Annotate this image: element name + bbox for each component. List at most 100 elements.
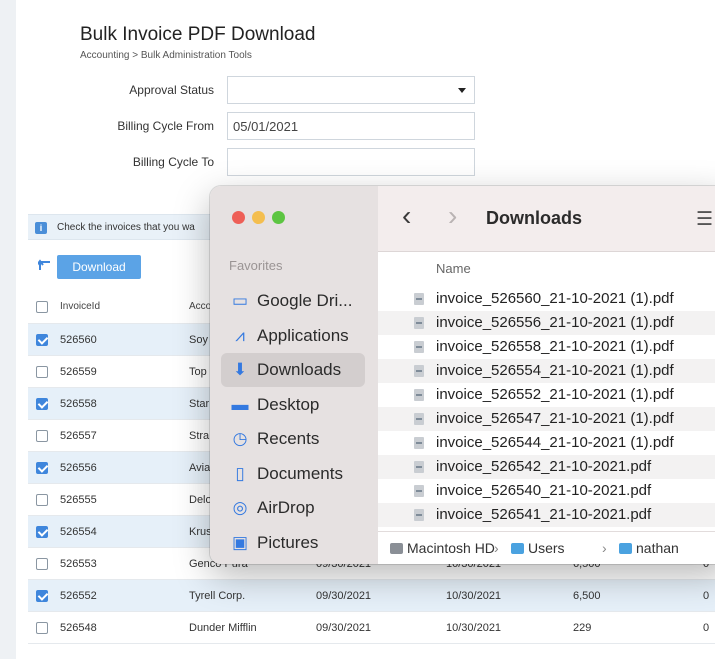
billing-to-label: Billing Cycle To bbox=[132, 155, 214, 169]
finder-toolbar: ‹ › Downloads ☰ bbox=[378, 186, 715, 252]
info-icon: i bbox=[35, 222, 47, 234]
sidebar-item-label: Desktop bbox=[257, 394, 320, 414]
path-separator: › bbox=[494, 540, 499, 556]
sidebar-item-applications[interactable]: ⩘ Applications bbox=[221, 319, 365, 353]
file-row[interactable]: invoice_526547_21-10-2021 (1).pdf bbox=[378, 407, 715, 431]
download-arrow-icon[interactable] bbox=[38, 258, 52, 272]
file-row[interactable]: invoice_526558_21-10-2021 (1).pdf bbox=[378, 335, 715, 359]
sidebar-item-pictures[interactable]: ▣ Pictures bbox=[221, 526, 365, 560]
pdf-file-icon bbox=[414, 317, 424, 329]
sidebar-item-recents[interactable]: ◷ Recents bbox=[221, 422, 365, 456]
account-cell: Dunder Mifflin bbox=[189, 622, 257, 634]
airdrop-icon: ◎ bbox=[232, 498, 248, 517]
invoice-id-cell: 526553 bbox=[60, 558, 97, 570]
table-row[interactable]: 526552 Tyrell Corp. 09/30/2021 10/30/2021 6,… bbox=[28, 580, 715, 612]
path-bar: Macintosh HDUsersnathan››› bbox=[378, 531, 715, 564]
billing-to-cell: 10/30/2021 bbox=[446, 590, 502, 602]
row-checkbox[interactable] bbox=[36, 622, 48, 634]
pdf-file-icon bbox=[414, 437, 424, 449]
row-checkbox[interactable] bbox=[36, 494, 48, 506]
minimize-window-button[interactable] bbox=[252, 211, 265, 224]
file-row[interactable]: invoice_526540_21-10-2021.pdf bbox=[378, 479, 715, 503]
pdf-file-icon bbox=[414, 341, 424, 353]
download-button[interactable]: Download bbox=[57, 255, 141, 279]
sidebar-item-desktop[interactable]: ▬ Desktop bbox=[221, 388, 365, 422]
file-row[interactable]: invoice_526560_21-10-2021 (1).pdf bbox=[378, 287, 715, 311]
sidebar-item-label: Pictures bbox=[257, 532, 319, 552]
path-segment[interactable]: Macintosh HD bbox=[390, 540, 495, 556]
pdf-file-icon bbox=[414, 389, 424, 401]
sidebar-item-airdrop[interactable]: ◎ AirDrop bbox=[221, 491, 365, 525]
invoice-id-cell: 526560 bbox=[60, 334, 97, 346]
path-segment-label: Users bbox=[528, 540, 565, 556]
row-checkbox[interactable] bbox=[36, 558, 48, 570]
breadcrumb: Accounting > Bulk Administration Tools bbox=[80, 50, 252, 61]
sidebar-item-documents[interactable]: ▯ Documents bbox=[221, 457, 365, 491]
downloads-icon: ⬇ bbox=[232, 360, 248, 379]
table-row[interactable]: 526548 Dunder Mifflin 09/30/2021 10/30/2021… bbox=[28, 612, 715, 644]
file-row[interactable]: invoice_526554_21-10-2021 (1).pdf bbox=[378, 359, 715, 383]
applications-icon: ⩘ bbox=[235, 325, 245, 345]
invoice-id-cell: 526554 bbox=[60, 526, 97, 538]
account-cell: Delo bbox=[189, 494, 212, 506]
account-cell: Star bbox=[189, 398, 210, 410]
account-cell: Top bbox=[189, 366, 207, 378]
balance-cell: 0 bbox=[703, 590, 710, 602]
name-column-header[interactable]: Name bbox=[378, 252, 715, 286]
file-row[interactable]: invoice_526544_21-10-2021 (1).pdf bbox=[378, 431, 715, 455]
header-account[interactable]: Acco bbox=[189, 301, 211, 312]
sidebar-item-label: Recents bbox=[257, 429, 320, 448]
path-segment[interactable]: Users bbox=[511, 540, 565, 556]
header-invoice-id[interactable]: InvoiceId bbox=[60, 301, 100, 312]
list-view-icon[interactable]: ☰ bbox=[696, 208, 713, 231]
file-row[interactable]: invoice_526556_21-10-2021 (1).pdf bbox=[378, 311, 715, 335]
select-all-checkbox[interactable] bbox=[36, 301, 48, 313]
row-checkbox[interactable] bbox=[36, 590, 48, 602]
recents-icon: ◷ bbox=[232, 429, 248, 448]
amount-cell: 6,500 bbox=[573, 590, 601, 602]
row-checkbox[interactable] bbox=[36, 398, 48, 410]
sidebar-item-label: Downloads bbox=[257, 360, 342, 379]
back-chevron-icon[interactable]: ‹ bbox=[402, 200, 411, 232]
billing-from-label: Billing Cycle From bbox=[117, 119, 214, 133]
account-cell: Soy bbox=[189, 334, 208, 346]
file-name: invoice_526554_21-10-2021 (1).pdf bbox=[436, 362, 674, 379]
desktop-icon: ▬ bbox=[231, 394, 249, 414]
row-checkbox[interactable] bbox=[36, 430, 48, 442]
row-checkbox[interactable] bbox=[36, 526, 48, 538]
close-window-button[interactable] bbox=[232, 211, 245, 224]
file-row[interactable]: invoice_526541_21-10-2021.pdf bbox=[378, 503, 715, 527]
hard-drive-icon bbox=[390, 543, 403, 554]
sidebar-item-downloads[interactable]: ⬇ Downloads bbox=[221, 353, 365, 387]
account-cell: Tyrell Corp. bbox=[189, 590, 246, 602]
billing-to-input[interactable] bbox=[227, 148, 475, 176]
pdf-file-icon bbox=[414, 461, 424, 473]
invoice-id-cell: 526559 bbox=[60, 366, 97, 378]
zoom-window-button[interactable] bbox=[272, 211, 285, 224]
file-row[interactable]: invoice_526552_21-10-2021 (1).pdf bbox=[378, 383, 715, 407]
pdf-file-icon bbox=[414, 293, 424, 305]
page-title: Bulk Invoice PDF Download bbox=[80, 24, 316, 45]
sidebar-item-google-dri[interactable]: ▭ Google Dri... bbox=[221, 284, 365, 318]
pdf-file-icon bbox=[414, 413, 424, 425]
amount-cell: 229 bbox=[573, 622, 592, 634]
row-checkbox[interactable] bbox=[36, 366, 48, 378]
pdf-file-icon bbox=[414, 485, 424, 497]
file-name: invoice_526556_21-10-2021 (1).pdf bbox=[436, 314, 674, 331]
folder-icon: ▭ bbox=[231, 291, 249, 310]
name-column-label: Name bbox=[436, 261, 471, 276]
billing-from-cell: 09/30/2021 bbox=[316, 590, 372, 602]
path-segment[interactable]: nathan bbox=[619, 540, 679, 556]
folder-icon bbox=[511, 543, 524, 554]
file-row[interactable]: invoice_526542_21-10-2021.pdf bbox=[378, 455, 715, 479]
balance-cell: 0 bbox=[703, 622, 710, 634]
file-name: invoice_526542_21-10-2021.pdf bbox=[436, 458, 652, 475]
forward-chevron-icon[interactable]: › bbox=[448, 200, 457, 232]
approval-status-select[interactable] bbox=[227, 76, 475, 104]
invoice-id-cell: 526556 bbox=[60, 462, 97, 474]
invoice-id-cell: 526555 bbox=[60, 494, 97, 506]
row-checkbox[interactable] bbox=[36, 334, 48, 346]
billing-from-input[interactable]: 05/01/2021 bbox=[227, 112, 475, 140]
row-checkbox[interactable] bbox=[36, 462, 48, 474]
folder-icon bbox=[619, 543, 632, 554]
